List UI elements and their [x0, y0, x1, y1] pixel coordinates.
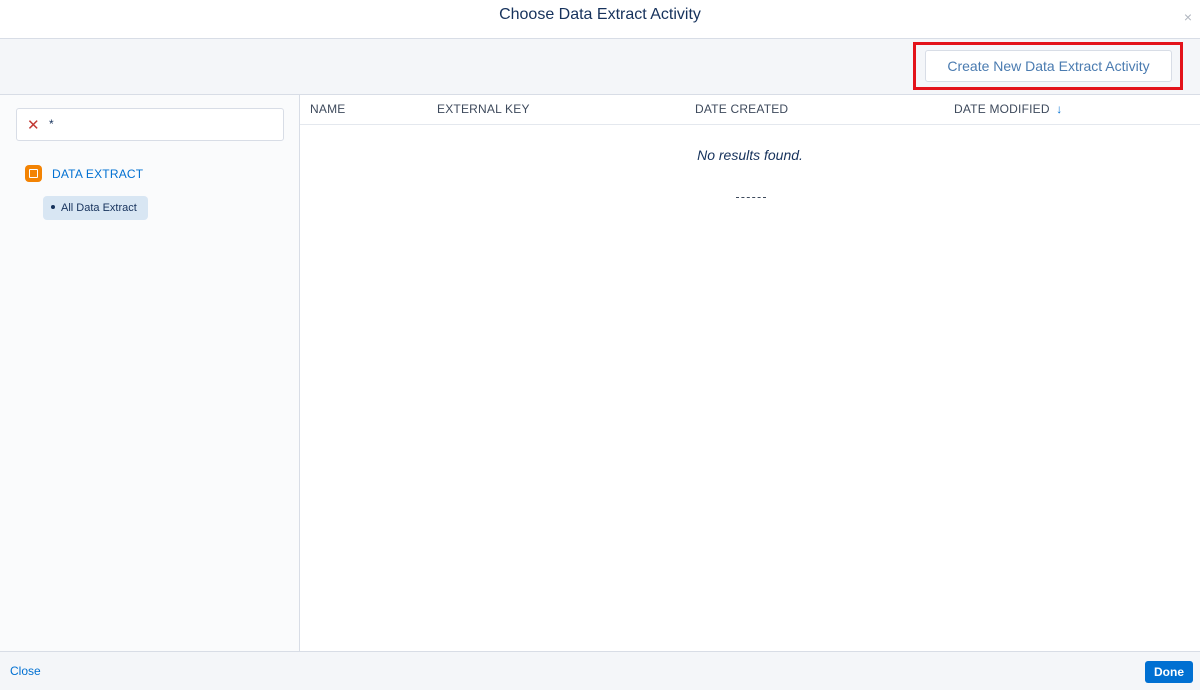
results-panel: NAME EXTERNAL KEY DATE CREATED DATE MODI…: [300, 95, 1200, 651]
column-header-name[interactable]: NAME: [310, 102, 345, 116]
sidebar-item-all-data-extract[interactable]: All Data Extract: [43, 196, 148, 220]
done-button[interactable]: Done: [1145, 661, 1193, 683]
loading-indicator: [736, 197, 766, 198]
close-icon[interactable]: ×: [1184, 9, 1192, 25]
empty-state-message: No results found.: [697, 147, 803, 163]
search-input[interactable]: ✕ *: [16, 108, 284, 141]
modal-title: Choose Data Extract Activity: [499, 6, 701, 23]
column-header-date-modified[interactable]: DATE MODIFIED ↓: [954, 102, 1062, 116]
column-header-date-created[interactable]: DATE CREATED: [695, 102, 788, 116]
sort-descending-icon: ↓: [1056, 102, 1063, 116]
column-header-external-key[interactable]: EXTERNAL KEY: [437, 102, 530, 116]
sidebar: ✕ * DATA EXTRACT All Data Extract: [0, 95, 300, 651]
column-header-date-modified-label: DATE MODIFIED: [954, 102, 1050, 116]
folder-label[interactable]: DATA EXTRACT: [52, 167, 143, 181]
modal-footer: Close Done: [0, 651, 1200, 690]
bullet-icon: [51, 205, 55, 210]
clear-search-icon[interactable]: ✕: [27, 116, 40, 134]
data-extract-icon: [25, 165, 42, 182]
sidebar-item-label: All Data Extract: [61, 202, 137, 214]
modal-header: Choose Data Extract Activity ×: [0, 0, 1200, 39]
close-link[interactable]: Close: [10, 664, 41, 678]
create-new-data-extract-activity-button[interactable]: Create New Data Extract Activity: [925, 50, 1172, 82]
search-value: *: [49, 117, 54, 131]
table-header: NAME EXTERNAL KEY DATE CREATED DATE MODI…: [300, 95, 1200, 125]
